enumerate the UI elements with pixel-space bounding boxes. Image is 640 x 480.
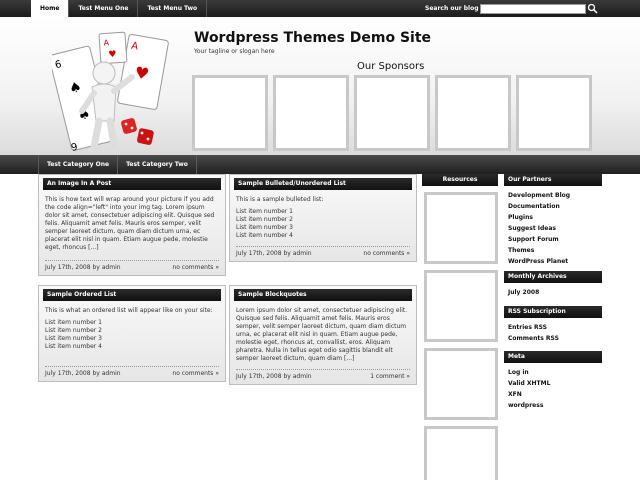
category-test-one[interactable]: Test Category One (38, 155, 117, 174)
list-item: List item number 4 (45, 343, 102, 350)
post-paragraph: This is how text will wrap around your p… (45, 196, 215, 251)
partner-link[interactable]: WordPress Planet (508, 256, 570, 267)
post-paragraph: This is a sample bulleted list: (236, 196, 324, 203)
post-title[interactable]: Sample Bulleted/Unordered List (234, 178, 412, 190)
search-icon[interactable] (587, 3, 598, 14)
site-title[interactable]: Wordpress Themes Demo Site (194, 30, 431, 46)
rss-list: Entries RSS Comments RSS (508, 322, 559, 344)
top-menu-test-one[interactable]: Test Menu One (69, 0, 139, 17)
site-header: 6 ♠ ♠ A ♥ A ♥ 9 Wordpress Themes Demo Si… (0, 17, 640, 155)
post-title[interactable]: Sample Blockquotes (234, 289, 412, 301)
partner-link[interactable]: Support Forum (508, 234, 570, 245)
post-meta: July 17th, 2008 by admin no comments » (45, 260, 219, 271)
list-item: List item number 3 (236, 224, 293, 231)
widget-title-meta: Meta (504, 351, 602, 363)
archive-link[interactable]: July 2008 (508, 287, 539, 298)
widget-title-archives: Monthly Archives (504, 271, 602, 283)
resource-ad-slot[interactable] (424, 348, 498, 420)
meta-link[interactable]: wordpress (508, 400, 550, 411)
top-menu: Home Test Menu One Test Menu Two (31, 0, 208, 17)
widget-title-rss: RSS Subscription (504, 306, 602, 318)
sponsor-ad-slot[interactable] (273, 75, 349, 151)
search-label: Search our blog (425, 5, 479, 12)
sponsor-ad-slot[interactable] (192, 75, 268, 151)
meta-link[interactable]: XFN (508, 389, 550, 400)
casino-figure-logo: 6 ♠ ♠ A ♥ A ♥ 9 (52, 31, 169, 154)
resources-heading: Resources (422, 174, 498, 186)
post-meta: July 17th, 2008 by admin 1 comment » (236, 369, 410, 380)
post-paragraph: Lorem ipsum dolor sit amet, consectetuer… (236, 307, 408, 362)
post-comments-link[interactable]: no comments » (172, 264, 219, 271)
meta-list: Log in Valid XHTML XFN wordpress (508, 367, 550, 411)
list-item: List item number 4 (236, 232, 293, 239)
archives-list: July 2008 (508, 287, 539, 298)
post-card: Sample Ordered List This is what an orde… (38, 285, 226, 382)
post-title[interactable]: An Image In A Post (43, 178, 221, 190)
list-item: List item number 3 (45, 335, 102, 342)
resource-ad-slot[interactable] (424, 426, 498, 480)
post-comments-link[interactable]: no comments » (172, 370, 219, 377)
rss-link[interactable]: Entries RSS (508, 322, 559, 333)
widget-title-partners: Our Partners (504, 174, 602, 186)
partner-link[interactable]: Plugins (508, 212, 570, 223)
meta-link[interactable]: Log in (508, 367, 550, 378)
resource-ad-slot[interactable] (424, 270, 498, 342)
site-tagline: Your tagline or slogan here (194, 48, 275, 55)
category-test-two[interactable]: Test Category Two (117, 155, 197, 174)
search-input[interactable] (480, 4, 586, 14)
post-body: Lorem ipsum dolor sit amet, consectetuer… (230, 301, 416, 363)
post-comments-link[interactable]: 1 comment » (370, 373, 410, 380)
post-card: Sample Bulleted/Unordered List This is a… (229, 174, 417, 262)
rss-link[interactable]: Comments RSS (508, 333, 559, 344)
partners-list: Development Blog Documentation Plugins S… (508, 190, 570, 267)
list-item: List item number 2 (45, 327, 102, 334)
sponsor-ad-slot[interactable] (516, 75, 592, 151)
post-body: This is how text will wrap around your p… (39, 190, 225, 252)
post-date: July 17th, 2008 by admin (236, 250, 312, 257)
partner-link[interactable]: Themes (508, 245, 570, 256)
post-body: This is what an ordered list will appear… (39, 301, 225, 351)
partner-link[interactable]: Suggest Ideas (508, 223, 570, 234)
post-body: This is a sample bulleted list: List ite… (230, 190, 416, 240)
post-card: Sample Blockquotes Lorem ipsum dolor sit… (229, 285, 417, 385)
resource-ad-slot[interactable] (424, 192, 498, 264)
sponsors-heading: Our Sponsors (357, 61, 425, 72)
post-title[interactable]: Sample Ordered List (43, 289, 221, 301)
svg-text:♥: ♥ (108, 50, 117, 61)
list-item: List item number 1 (236, 208, 293, 215)
category-menu: Test Category One Test Category Two (38, 155, 197, 174)
post-date: July 17th, 2008 by admin (45, 264, 121, 271)
post-meta: July 17th, 2008 by admin no comments » (45, 366, 219, 377)
post-date: July 17th, 2008 by admin (45, 370, 121, 377)
top-menu-test-two[interactable]: Test Menu Two (138, 0, 208, 17)
list-item: List item number 2 (236, 216, 293, 223)
post-paragraph: This is what an ordered list will appear… (45, 307, 213, 314)
post-card: An Image In A Post This is how text will… (38, 174, 226, 276)
meta-link[interactable]: Valid XHTML (508, 378, 550, 389)
top-menu-home[interactable]: Home (31, 0, 70, 17)
partner-link[interactable]: Documentation (508, 201, 570, 212)
post-date: July 17th, 2008 by admin (236, 373, 312, 380)
partner-link[interactable]: Development Blog (508, 190, 570, 201)
post-comments-link[interactable]: no comments » (363, 250, 410, 257)
sponsor-ad-slot[interactable] (354, 75, 430, 151)
post-meta: July 17th, 2008 by admin no comments » (236, 246, 410, 257)
list-item: List item number 1 (45, 319, 102, 326)
sponsor-ad-slot[interactable] (435, 75, 511, 151)
